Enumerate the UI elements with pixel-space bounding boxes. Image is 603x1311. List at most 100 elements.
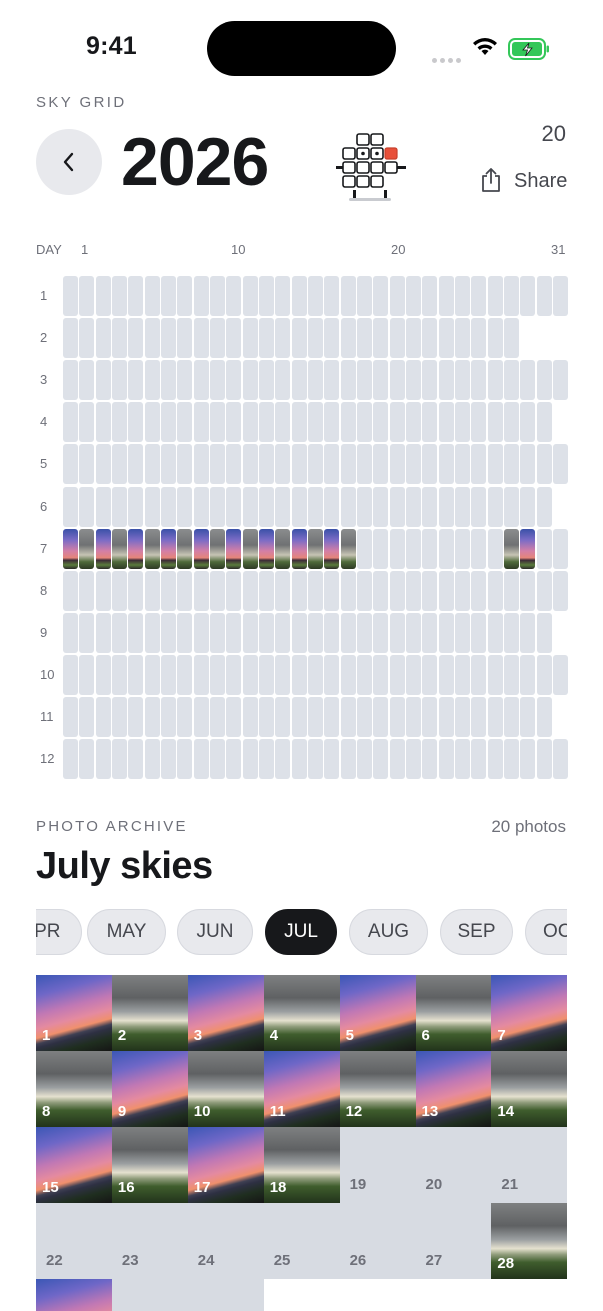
- day-cell[interactable]: [79, 276, 95, 316]
- day-cell[interactable]: [209, 318, 225, 359]
- day-cell[interactable]: [307, 318, 323, 359]
- day-cell[interactable]: [144, 739, 160, 780]
- day-cell-photo[interactable]: [111, 528, 127, 569]
- day-cell[interactable]: [536, 360, 552, 401]
- day-cell[interactable]: [160, 570, 176, 611]
- day-cell[interactable]: [111, 360, 127, 401]
- day-cell[interactable]: [63, 318, 78, 359]
- empty-day-tile[interactable]: 26: [339, 1202, 416, 1279]
- photo-tile[interactable]: 7: [491, 975, 567, 1051]
- day-cell[interactable]: [520, 276, 536, 316]
- day-cell[interactable]: [307, 444, 323, 485]
- day-cell[interactable]: [258, 697, 274, 737]
- day-cell[interactable]: [128, 486, 144, 527]
- day-cell[interactable]: [438, 318, 454, 359]
- day-cell[interactable]: [79, 654, 95, 695]
- day-cell[interactable]: [160, 654, 176, 695]
- day-cell[interactable]: [389, 276, 405, 316]
- day-cell[interactable]: [356, 360, 372, 401]
- day-cell[interactable]: [111, 276, 127, 316]
- day-cell[interactable]: [356, 402, 372, 443]
- day-cell[interactable]: [95, 486, 111, 527]
- day-cell[interactable]: [373, 444, 389, 485]
- day-cell[interactable]: [503, 486, 519, 527]
- day-cell[interactable]: [193, 486, 209, 527]
- day-cell[interactable]: [536, 612, 552, 653]
- day-cell[interactable]: [520, 444, 536, 485]
- day-cell[interactable]: [389, 612, 405, 653]
- day-cell[interactable]: [422, 528, 438, 569]
- day-cell[interactable]: [471, 276, 487, 316]
- day-cell[interactable]: [520, 360, 536, 401]
- day-cell[interactable]: [454, 654, 470, 695]
- day-cell[interactable]: [520, 739, 536, 780]
- day-cell[interactable]: [520, 654, 536, 695]
- day-cell[interactable]: [95, 654, 111, 695]
- day-cell[interactable]: [503, 654, 519, 695]
- day-cell[interactable]: [242, 739, 258, 780]
- day-cell[interactable]: [454, 402, 470, 443]
- day-cell-photo[interactable]: [503, 528, 519, 569]
- day-cell-photo[interactable]: [209, 528, 225, 569]
- day-cell[interactable]: [487, 360, 503, 401]
- day-cell[interactable]: [536, 444, 552, 485]
- day-cell[interactable]: [193, 318, 209, 359]
- day-cell[interactable]: [291, 612, 307, 653]
- day-cell[interactable]: [438, 654, 454, 695]
- day-cell[interactable]: [438, 360, 454, 401]
- day-cell[interactable]: [487, 276, 503, 316]
- day-cell[interactable]: [160, 612, 176, 653]
- day-cell-photo[interactable]: [340, 528, 356, 569]
- day-cell[interactable]: [471, 612, 487, 653]
- day-cell[interactable]: [356, 697, 372, 737]
- day-cell[interactable]: [389, 360, 405, 401]
- day-cell[interactable]: [405, 654, 421, 695]
- day-cell[interactable]: [209, 360, 225, 401]
- day-cell[interactable]: [471, 739, 487, 780]
- day-cell[interactable]: [160, 360, 176, 401]
- day-cell[interactable]: [177, 486, 193, 527]
- day-cell[interactable]: [520, 486, 536, 527]
- day-cell[interactable]: [422, 318, 438, 359]
- day-cell[interactable]: [373, 402, 389, 443]
- day-cell[interactable]: [291, 570, 307, 611]
- photo-tile[interactable]: 28: [491, 1202, 567, 1279]
- day-cell[interactable]: [160, 486, 176, 527]
- day-cell[interactable]: [275, 739, 291, 780]
- day-cell[interactable]: [307, 697, 323, 737]
- day-cell[interactable]: [144, 360, 160, 401]
- day-cell[interactable]: [324, 697, 340, 737]
- day-cell[interactable]: [291, 402, 307, 443]
- day-cell[interactable]: [356, 318, 372, 359]
- day-cell[interactable]: [520, 697, 536, 737]
- day-cell[interactable]: [226, 570, 242, 611]
- day-cell[interactable]: [422, 276, 438, 316]
- day-cell[interactable]: [471, 444, 487, 485]
- day-cell[interactable]: [438, 276, 454, 316]
- day-cell-photo[interactable]: [226, 528, 242, 569]
- day-cell[interactable]: [405, 570, 421, 611]
- day-cell[interactable]: [307, 654, 323, 695]
- empty-day-tile[interactable]: 19: [339, 1126, 416, 1203]
- day-cell-photo[interactable]: [160, 528, 176, 569]
- day-cell[interactable]: [144, 486, 160, 527]
- tab-jul[interactable]: JUL: [265, 909, 337, 955]
- day-cell[interactable]: [454, 276, 470, 316]
- day-cell[interactable]: [226, 739, 242, 780]
- day-cell[interactable]: [438, 528, 454, 569]
- day-cell[interactable]: [177, 276, 193, 316]
- day-cell[interactable]: [95, 360, 111, 401]
- day-cell[interactable]: [275, 570, 291, 611]
- day-cell[interactable]: [487, 486, 503, 527]
- day-cell[interactable]: [438, 444, 454, 485]
- day-cell-photo[interactable]: [291, 528, 307, 569]
- share-button[interactable]: Share: [478, 167, 570, 195]
- day-cell[interactable]: [95, 318, 111, 359]
- day-cell[interactable]: [389, 444, 405, 485]
- day-cell[interactable]: [356, 739, 372, 780]
- day-cell[interactable]: [471, 570, 487, 611]
- photo-tile[interactable]: 17: [187, 1126, 264, 1203]
- day-cell[interactable]: [63, 402, 78, 443]
- empty-day-tile[interactable]: 21: [491, 1126, 567, 1203]
- day-cell[interactable]: [226, 654, 242, 695]
